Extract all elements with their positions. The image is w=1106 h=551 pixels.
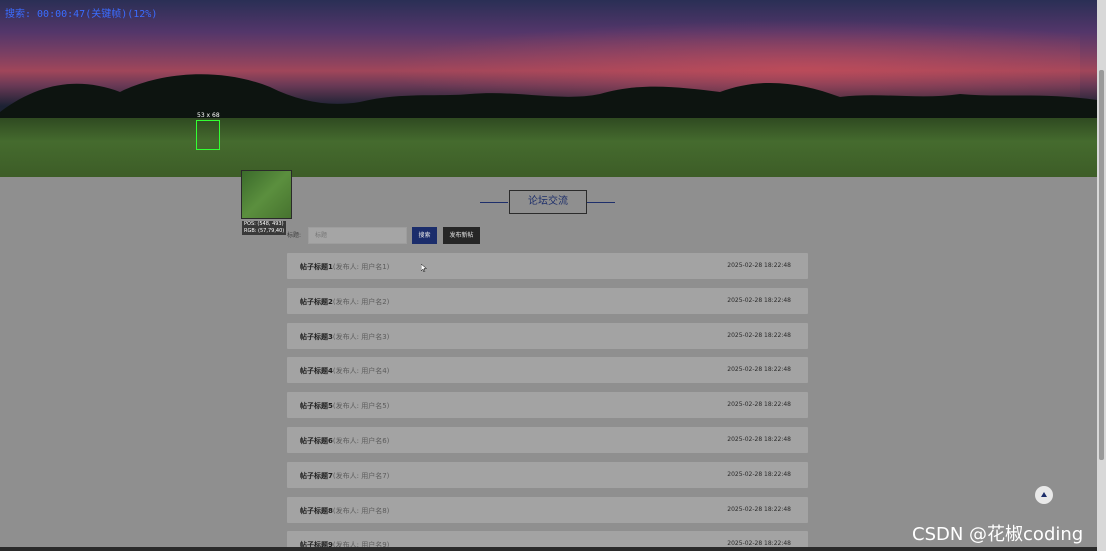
post-author: (发布人: 用户名5) bbox=[332, 402, 390, 411]
post-author: (发布人: 用户名6) bbox=[332, 437, 390, 445]
page-title: 论坛交流 bbox=[509, 190, 587, 214]
post-time: 2025-02-28 18:22:48 bbox=[727, 296, 791, 304]
post-author: (发布人: 用户名4) bbox=[332, 367, 390, 376]
post-title[interactable]: 帖子标题7(发布人: 用户名7) bbox=[300, 471, 389, 481]
banner-image bbox=[0, 0, 1097, 177]
post-author: (发布人: 用户名3) bbox=[332, 332, 390, 341]
post-title[interactable]: 帖子标题2(发布人: 用户名2) bbox=[300, 297, 389, 307]
arrow-up-icon bbox=[1041, 492, 1047, 497]
color-picker-info: POS: (548, 493) RGB: (57,79,40) bbox=[242, 221, 287, 235]
post-item[interactable]: 帖子标题8(发布人: 用户名8) 2025-02-28 18:22:48 bbox=[287, 496, 808, 523]
post-title-text[interactable]: 帖子标题3 bbox=[300, 333, 333, 341]
grass-field bbox=[0, 118, 1097, 177]
post-item[interactable]: 帖子标题3(发布人: 用户名3) 2025-02-28 18:22:48 bbox=[287, 322, 808, 349]
post-title[interactable]: 帖子标题1(发布人: 用户名1) bbox=[300, 262, 389, 272]
back-to-top-button[interactable] bbox=[1035, 486, 1053, 504]
post-title-text[interactable]: 帖子标题5 bbox=[300, 402, 333, 410]
heading-line-right bbox=[587, 202, 615, 203]
post-item[interactable]: 帖子标题2(发布人: 用户名2) 2025-02-28 18:22:48 bbox=[287, 287, 808, 314]
post-title[interactable]: 帖子标题5(发布人: 用户名5) bbox=[300, 401, 389, 411]
picker-size-label: 53 x 68 bbox=[197, 112, 220, 119]
post-time: 2025-02-28 18:22:48 bbox=[727, 366, 791, 374]
post-title[interactable]: 帖子标题8(发布人: 用户名8) bbox=[300, 506, 389, 516]
picker-rgb: RGB: (57,79,40) bbox=[244, 228, 285, 234]
post-author: (发布人: 用户名2) bbox=[332, 297, 390, 306]
post-title-text[interactable]: 帖子标题4 bbox=[300, 367, 333, 375]
post-time: 2025-02-28 18:22:48 bbox=[727, 470, 791, 478]
post-title[interactable]: 帖子标题4(发布人: 用户名4) bbox=[300, 366, 389, 376]
post-title-text[interactable]: 帖子标题2 bbox=[300, 298, 333, 306]
new-post-button[interactable]: 发布新帖 bbox=[443, 227, 480, 244]
heading-line-left bbox=[480, 202, 508, 203]
post-title-text[interactable]: 帖子标题8 bbox=[300, 507, 333, 515]
post-title-text[interactable]: 帖子标题6 bbox=[300, 437, 333, 445]
search-status-overlay: 搜索: 00:00:47(关键帧)(12%) bbox=[5, 9, 158, 20]
forum-heading: 论坛交流 bbox=[480, 190, 615, 214]
post-title[interactable]: 帖子标题3(发布人: 用户名3) bbox=[300, 332, 389, 342]
post-item[interactable]: 帖子标题5(发布人: 用户名5) 2025-02-28 18:22:48 bbox=[287, 392, 808, 419]
color-picker-selection bbox=[196, 120, 220, 150]
post-title-text[interactable]: 帖子标题1 bbox=[300, 263, 333, 271]
post-item[interactable]: 帖子标题1(发布人: 用户名1) 2025-02-28 18:22:48 bbox=[287, 253, 808, 279]
bottom-bar bbox=[0, 547, 1097, 551]
post-author: (发布人: 用户名1) bbox=[332, 263, 390, 271]
picker-pos: POS: (548, 493) bbox=[244, 221, 284, 227]
post-title-text[interactable]: 帖子标题7 bbox=[300, 472, 333, 480]
search-input[interactable] bbox=[308, 227, 407, 244]
post-title[interactable]: 帖子标题6(发布人: 用户名6) bbox=[300, 436, 389, 446]
mouse-pointer-icon bbox=[421, 264, 427, 272]
post-item[interactable]: 帖子标题6(发布人: 用户名6) 2025-02-28 18:22:48 bbox=[287, 427, 808, 453]
post-item[interactable]: 帖子标题4(发布人: 用户名4) 2025-02-28 18:22:48 bbox=[287, 357, 808, 384]
post-item[interactable]: 帖子标题7(发布人: 用户名7) 2025-02-28 18:22:48 bbox=[287, 461, 808, 488]
post-time: 2025-02-28 18:22:48 bbox=[727, 262, 791, 269]
post-author: (发布人: 用户名7) bbox=[332, 471, 390, 480]
search-button[interactable]: 搜索 bbox=[412, 227, 437, 244]
search-label: 标题: bbox=[287, 232, 302, 239]
color-picker-magnifier bbox=[241, 170, 292, 219]
post-time: 2025-02-28 18:22:48 bbox=[727, 331, 791, 339]
watermark: CSDN @花椒coding bbox=[912, 524, 1084, 545]
post-author: (发布人: 用户名8) bbox=[332, 506, 390, 515]
scrollbar-thumb[interactable] bbox=[1099, 70, 1104, 460]
post-time: 2025-02-28 18:22:48 bbox=[727, 436, 791, 443]
page-scrollbar[interactable] bbox=[1097, 0, 1106, 551]
post-time: 2025-02-28 18:22:48 bbox=[727, 505, 791, 513]
post-time: 2025-02-28 18:22:48 bbox=[727, 401, 791, 409]
